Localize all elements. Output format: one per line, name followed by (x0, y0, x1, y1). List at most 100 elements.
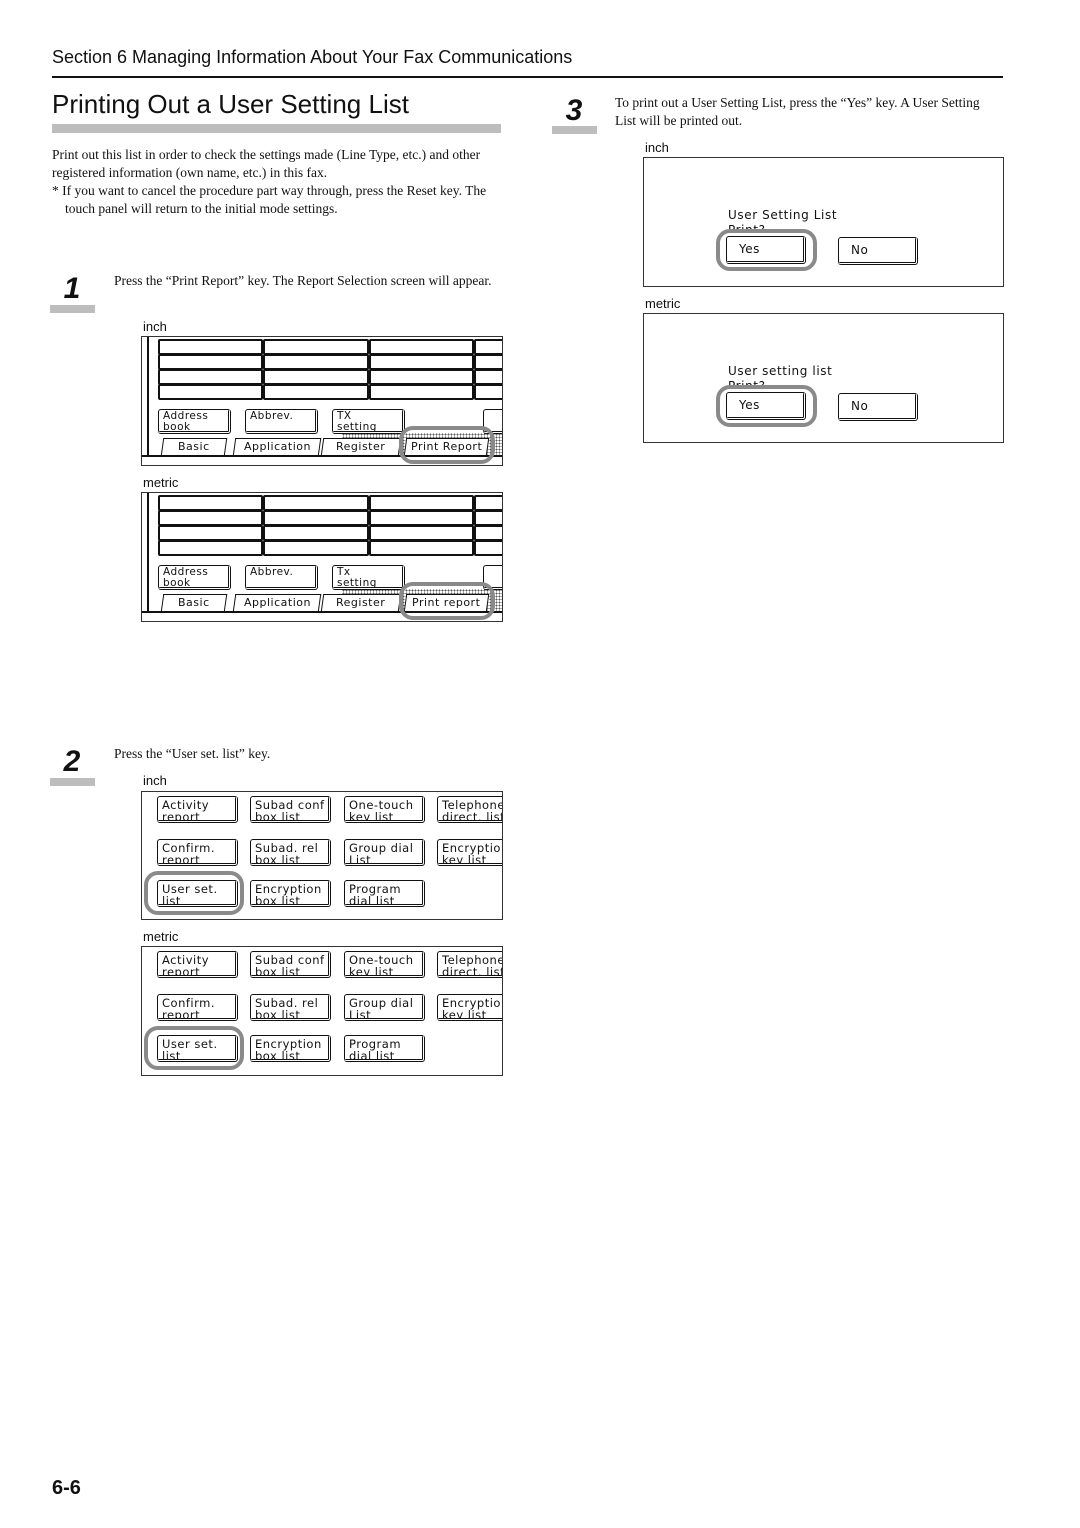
button-user-set-list[interactable]: User set. list (157, 880, 238, 907)
button-abbrev[interactable]: Abbrev. (245, 565, 318, 590)
tab-print-report[interactable]: Print Report (403, 438, 490, 456)
destination-cell[interactable] (158, 495, 263, 511)
button-user-set-list[interactable]: User set. list (157, 1035, 238, 1062)
button-confirm-report[interactable]: Confirm. report (157, 839, 238, 866)
destination-cell[interactable] (474, 369, 502, 385)
button-encryption-box-list[interactable]: Encryption box list (250, 1035, 331, 1062)
destination-cell[interactable] (474, 540, 502, 556)
destination-cell[interactable] (158, 354, 263, 370)
destination-cell[interactable] (474, 510, 502, 526)
destination-cell[interactable] (263, 510, 369, 526)
report-list-screen-inch: Activity report Subad conf box list One-to… (141, 791, 503, 920)
button-abbrev[interactable]: Abbrev. (245, 409, 318, 434)
intro-paragraph: Print out this list in order to check th… (52, 147, 481, 180)
step-text: Press the “Print Report” key. The Report… (114, 273, 492, 288)
destination-cell[interactable] (369, 369, 474, 385)
inch-label: inch (143, 319, 167, 334)
tab-label: Print report (412, 596, 481, 609)
tab-register[interactable]: Register (320, 594, 402, 612)
destination-cell[interactable] (263, 495, 369, 511)
step-bar (552, 126, 597, 134)
button-confirm-report[interactable]: Confirm. report (157, 994, 238, 1021)
destination-cell[interactable] (158, 540, 263, 556)
button-tx-setting[interactable]: TX setting (332, 409, 405, 434)
tab-frame-line (147, 337, 149, 455)
dropdown-button[interactable] (483, 565, 502, 590)
button-group-dial-list[interactable]: Group dial List (344, 839, 425, 866)
yes-button[interactable]: Yes (726, 236, 806, 264)
button-subad-rel-box-list[interactable]: Subad. rel box list (250, 839, 331, 866)
button-telephone-direct-list[interactable]: Telephone direct. list (437, 951, 502, 978)
button-subad-rel-box-list[interactable]: Subad. rel box list (250, 994, 331, 1021)
button-program-dial-list[interactable]: Program dial list (344, 880, 425, 907)
destination-cell[interactable] (474, 354, 502, 370)
button-group-dial-list[interactable]: Group dial List (344, 994, 425, 1021)
button-subad-conf-box-list[interactable]: Subad conf box list (250, 951, 331, 978)
tab-label: Register (336, 596, 386, 609)
destination-cell[interactable] (474, 339, 502, 355)
button-activity-report[interactable]: Activity report (157, 951, 238, 978)
destination-cell[interactable] (474, 525, 502, 541)
metric-label: metric (143, 929, 179, 944)
destination-cell[interactable] (263, 354, 369, 370)
tab-baseline (142, 455, 502, 457)
destination-cell[interactable] (158, 369, 263, 385)
tab-register[interactable]: Register (320, 438, 402, 456)
tab-label: Print Report (410, 440, 483, 453)
yes-button[interactable]: Yes (726, 392, 806, 420)
button-telephone-direct-list[interactable]: Telephone direct. list (437, 796, 502, 823)
destination-cell[interactable] (263, 525, 369, 541)
dropdown-button[interactable] (483, 409, 502, 434)
step-number: 1 (63, 272, 81, 305)
tab-basic[interactable]: Basic (160, 438, 228, 456)
tab-frame-line (147, 493, 149, 611)
destination-cell[interactable] (369, 540, 474, 556)
destination-cell[interactable] (263, 384, 369, 400)
destination-cell[interactable] (158, 339, 263, 355)
destination-cell[interactable] (369, 525, 474, 541)
destination-cell[interactable] (369, 495, 474, 511)
destination-cell[interactable] (369, 354, 474, 370)
destination-cell[interactable] (474, 384, 502, 400)
tab-application[interactable]: Application (232, 594, 322, 612)
destination-cell[interactable] (369, 339, 474, 355)
intro: Print out this list in order to check th… (52, 146, 497, 218)
destination-cell[interactable] (369, 510, 474, 526)
destination-cell[interactable] (474, 495, 502, 511)
tab-label: Basic (178, 440, 210, 453)
button-activity-report[interactable]: Activity report (157, 796, 238, 823)
header-rule (52, 76, 1003, 78)
button-tx-setting[interactable]: Tx setting (332, 565, 405, 590)
destination-cell[interactable] (158, 510, 263, 526)
section-header: Section 6 Managing Information About You… (52, 47, 573, 67)
button-encryption-key-list[interactable]: Encryption key list (437, 839, 502, 866)
button-address-book[interactable]: Address book (158, 565, 231, 590)
destination-cell[interactable] (369, 384, 474, 400)
button-one-touch-key-list[interactable]: One-touch key list (344, 951, 425, 978)
button-address-book[interactable]: Address book (158, 409, 231, 434)
no-button[interactable]: No (838, 237, 918, 265)
step-number: 3 (565, 94, 583, 127)
tab-basic[interactable]: Basic (160, 594, 228, 612)
button-subad-conf-box-list[interactable]: Subad conf box list (250, 796, 331, 823)
tab-print-report[interactable]: Print report (403, 594, 490, 612)
button-one-touch-key-list[interactable]: One-touch key list (344, 796, 425, 823)
destination-cell[interactable] (263, 369, 369, 385)
button-program-dial-list[interactable]: Program dial list (344, 1035, 425, 1062)
dialog-message: User setting list (728, 364, 833, 378)
button-encryption-box-list[interactable]: Encryption box list (250, 880, 331, 907)
tab-label: Application (243, 596, 311, 609)
destination-cell[interactable] (263, 540, 369, 556)
destination-cell[interactable] (263, 339, 369, 355)
no-button[interactable]: No (838, 393, 918, 421)
print-confirm-screen-metric: User setting list Print? Yes No (643, 313, 1004, 443)
destination-cell[interactable] (158, 384, 263, 400)
button-encryption-key-list[interactable]: Encryption key list (437, 994, 502, 1021)
inch-label: inch (143, 773, 167, 788)
tab-label: Basic (178, 596, 210, 609)
print-confirm-screen-inch: User Setting List Print? Yes No (643, 157, 1004, 287)
tab-application[interactable]: Application (232, 438, 322, 456)
step-number: 2 (63, 745, 81, 778)
destination-cell[interactable] (158, 525, 263, 541)
tab-baseline (142, 611, 502, 613)
